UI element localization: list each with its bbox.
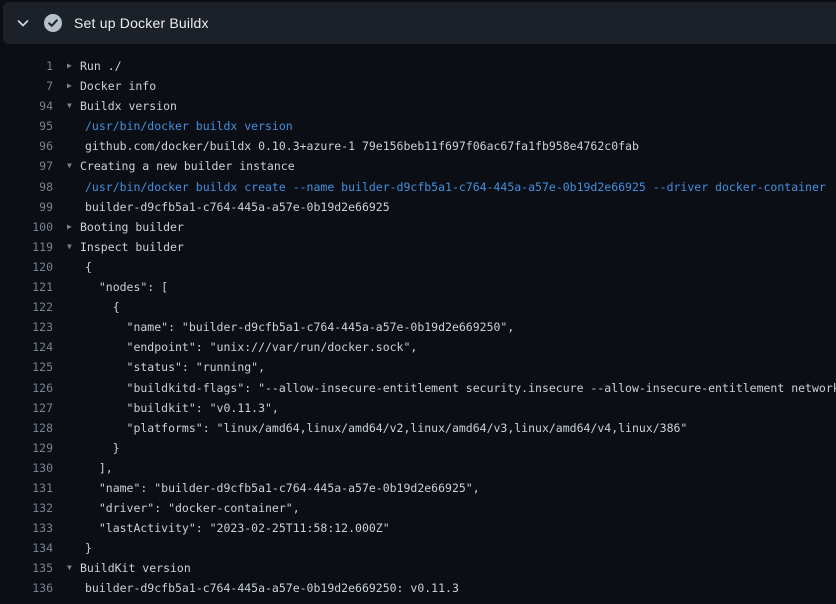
command-text: /usr/bin/docker buildx create --name bui… (53, 177, 836, 197)
log-line: 132 "driver": "docker-container", (0, 498, 836, 518)
log-line: 120{ (0, 257, 836, 277)
line-number[interactable]: 98 (0, 177, 53, 197)
log-line[interactable]: 135 ▼BuildKit version (0, 558, 836, 578)
log-line[interactable]: 7 ▶Docker info (0, 76, 836, 96)
group-collapsed-icon[interactable]: ▶ (67, 217, 80, 237)
log-line[interactable]: 100 ▶Booting builder (0, 217, 836, 237)
group-title: Run ./ (80, 59, 122, 73)
log-line: 136builder-d9cfb5a1-c764-445a-a57e-0b19d… (0, 578, 836, 598)
log-line: 128 "platforms": "linux/amd64,linux/amd6… (0, 418, 836, 438)
line-number[interactable]: 126 (0, 378, 53, 398)
line-number[interactable]: 131 (0, 478, 53, 498)
line-number[interactable]: 95 (0, 116, 53, 136)
line-number[interactable]: 96 (0, 136, 53, 156)
line-number[interactable]: 100 (0, 217, 53, 237)
output-text: "driver": "docker-container", (53, 498, 836, 518)
output-text: github.com/docker/buildx 0.10.3+azure-1 … (53, 136, 836, 156)
line-number[interactable]: 125 (0, 357, 53, 377)
output-text: "buildkitd-flags": "--allow-insecure-ent… (53, 378, 836, 398)
log-container: 1▶Run ./7▶Docker info94▼Buildx version95… (0, 44, 836, 599)
output-text: } (53, 438, 836, 458)
log-line: 123 "name": "builder-d9cfb5a1-c764-445a-… (0, 317, 836, 337)
group-title: Buildx version (80, 99, 177, 113)
line-number[interactable]: 123 (0, 317, 53, 337)
log-line: 133 "lastActivity": "2023-02-25T11:58:12… (0, 518, 836, 538)
line-number[interactable]: 129 (0, 438, 53, 458)
group-title: Creating a new builder instance (80, 159, 295, 173)
group-expanded-icon[interactable]: ▼ (67, 237, 80, 257)
line-number[interactable]: 97 (0, 156, 53, 176)
log-line: 130 ], (0, 458, 836, 478)
log-line: 124 "endpoint": "unix:///var/run/docker.… (0, 337, 836, 357)
group-title: Booting builder (80, 220, 184, 234)
log-line: 98/usr/bin/docker buildx create --name b… (0, 177, 836, 197)
line-number[interactable]: 133 (0, 518, 53, 538)
line-number[interactable]: 130 (0, 458, 53, 478)
output-text: "buildkit": "v0.11.3", (53, 398, 836, 418)
output-text: { (53, 257, 836, 277)
line-number[interactable]: 7 (0, 76, 53, 96)
line-number[interactable]: 119 (0, 237, 53, 257)
line-number[interactable]: 122 (0, 297, 53, 317)
line-number[interactable]: 135 (0, 558, 53, 578)
output-text: builder-d9cfb5a1-c764-445a-a57e-0b19d2e6… (53, 578, 836, 598)
log-line: 99builder-d9cfb5a1-c764-445a-a57e-0b19d2… (0, 197, 836, 217)
group-title: BuildKit version (80, 561, 191, 575)
output-text: "status": "running", (53, 357, 836, 377)
line-number[interactable]: 120 (0, 257, 53, 277)
line-number[interactable]: 124 (0, 337, 53, 357)
output-text: "platforms": "linux/amd64,linux/amd64/v2… (53, 418, 836, 438)
line-number[interactable]: 1 (0, 56, 53, 76)
check-circle-icon (44, 14, 62, 32)
line-number[interactable]: 94 (0, 96, 53, 116)
group-expanded-icon[interactable]: ▼ (67, 558, 80, 578)
log-line[interactable]: 119 ▼Inspect builder (0, 237, 836, 257)
log-line: 127 "buildkit": "v0.11.3", (0, 398, 836, 418)
log-line: 96github.com/docker/buildx 0.10.3+azure-… (0, 136, 836, 156)
line-number[interactable]: 99 (0, 197, 53, 217)
log-line: 129 } (0, 438, 836, 458)
step-header[interactable]: Set up Docker Buildx (3, 2, 836, 44)
log-line: 134} (0, 538, 836, 558)
log-line: 125 "status": "running", (0, 357, 836, 377)
log-line: 126 "buildkitd-flags": "--allow-insecure… (0, 378, 836, 398)
chevron-down-icon[interactable] (15, 15, 31, 31)
line-number[interactable]: 127 (0, 398, 53, 418)
group-expanded-icon[interactable]: ▼ (67, 96, 80, 116)
output-text: "nodes": [ (53, 277, 836, 297)
group-expanded-icon[interactable]: ▼ (67, 156, 80, 176)
line-number[interactable]: 134 (0, 538, 53, 558)
command-text: /usr/bin/docker buildx version (53, 116, 836, 136)
log-line[interactable]: 97 ▼Creating a new builder instance (0, 156, 836, 176)
line-number[interactable]: 136 (0, 578, 53, 598)
step-title: Set up Docker Buildx (74, 15, 209, 31)
output-text: "name": "builder-d9cfb5a1-c764-445a-a57e… (53, 478, 836, 498)
log-line: 122 { (0, 297, 836, 317)
log-line[interactable]: 1 ▶Run ./ (0, 56, 836, 76)
output-text: "name": "builder-d9cfb5a1-c764-445a-a57e… (53, 317, 836, 337)
output-text: "endpoint": "unix:///var/run/docker.sock… (53, 337, 836, 357)
output-text: } (53, 538, 836, 558)
group-title: Docker info (80, 79, 156, 93)
log-line: 121 "nodes": [ (0, 277, 836, 297)
group-collapsed-icon[interactable]: ▶ (67, 56, 80, 76)
line-number[interactable]: 121 (0, 277, 53, 297)
line-number[interactable]: 132 (0, 498, 53, 518)
group-title: Inspect builder (80, 240, 184, 254)
output-text: ], (53, 458, 836, 478)
output-text: { (53, 297, 836, 317)
group-collapsed-icon[interactable]: ▶ (67, 76, 80, 96)
log-line: 131 "name": "builder-d9cfb5a1-c764-445a-… (0, 478, 836, 498)
log-line[interactable]: 94 ▼Buildx version (0, 96, 836, 116)
output-text: builder-d9cfb5a1-c764-445a-a57e-0b19d2e6… (53, 197, 836, 217)
log-line: 95/usr/bin/docker buildx version (0, 116, 836, 136)
line-number[interactable]: 128 (0, 418, 53, 438)
output-text: "lastActivity": "2023-02-25T11:58:12.000… (53, 518, 836, 538)
